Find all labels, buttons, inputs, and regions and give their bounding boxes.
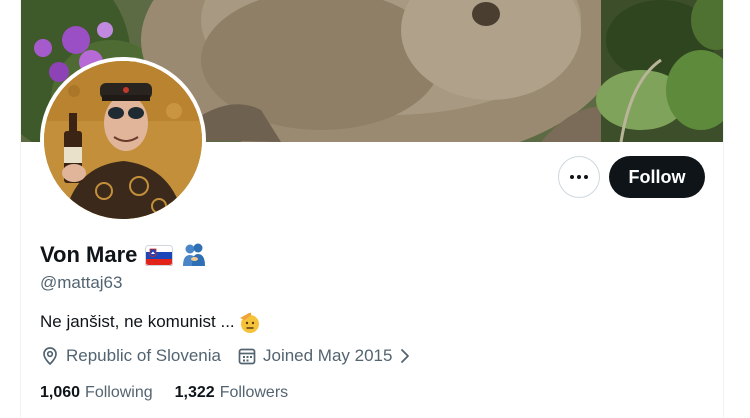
chevron-right-icon bbox=[398, 347, 412, 365]
location-text: Republic of Slovenia bbox=[66, 346, 221, 365]
saluting-face-icon bbox=[237, 310, 261, 334]
joined-text: Joined May 2015 bbox=[262, 346, 393, 365]
slovenia-flag-icon bbox=[145, 244, 174, 266]
follow-stats: 1,060 Following 1,322 Followers bbox=[40, 384, 288, 402]
following-count: 1,060 bbox=[40, 384, 81, 401]
profile-page: Follow Von Mare @mattaj63 Ne janšist, ne… bbox=[0, 0, 750, 418]
display-name: Von Mare bbox=[40, 242, 138, 267]
more-horizontal-icon bbox=[570, 175, 588, 179]
calendar-icon bbox=[237, 346, 257, 366]
followers-label: Followers bbox=[219, 384, 289, 401]
display-name-row: Von Mare bbox=[40, 241, 207, 269]
location-pin-icon bbox=[40, 346, 60, 366]
joined-item[interactable]: Joined May 2015 bbox=[237, 346, 412, 366]
following-label: Following bbox=[85, 384, 153, 401]
avatar[interactable] bbox=[44, 61, 202, 219]
column-border-right bbox=[723, 0, 724, 418]
followers-count: 1,322 bbox=[174, 384, 215, 401]
more-options-button[interactable] bbox=[558, 156, 600, 198]
people-hugging-icon bbox=[181, 242, 207, 268]
profile-meta: Republic of Slovenia Joined May 2015 bbox=[40, 346, 412, 366]
following-link[interactable]: 1,060 Following bbox=[40, 384, 153, 402]
username-handle: @mattaj63 bbox=[40, 273, 123, 292]
follow-button[interactable]: Follow bbox=[609, 156, 705, 198]
bio-text: Ne janšist, ne komunist ... bbox=[40, 312, 235, 331]
location-item: Republic of Slovenia bbox=[40, 346, 221, 366]
profile-bio: Ne janšist, ne komunist ... bbox=[40, 310, 261, 334]
followers-link[interactable]: 1,322 Followers bbox=[175, 384, 289, 402]
